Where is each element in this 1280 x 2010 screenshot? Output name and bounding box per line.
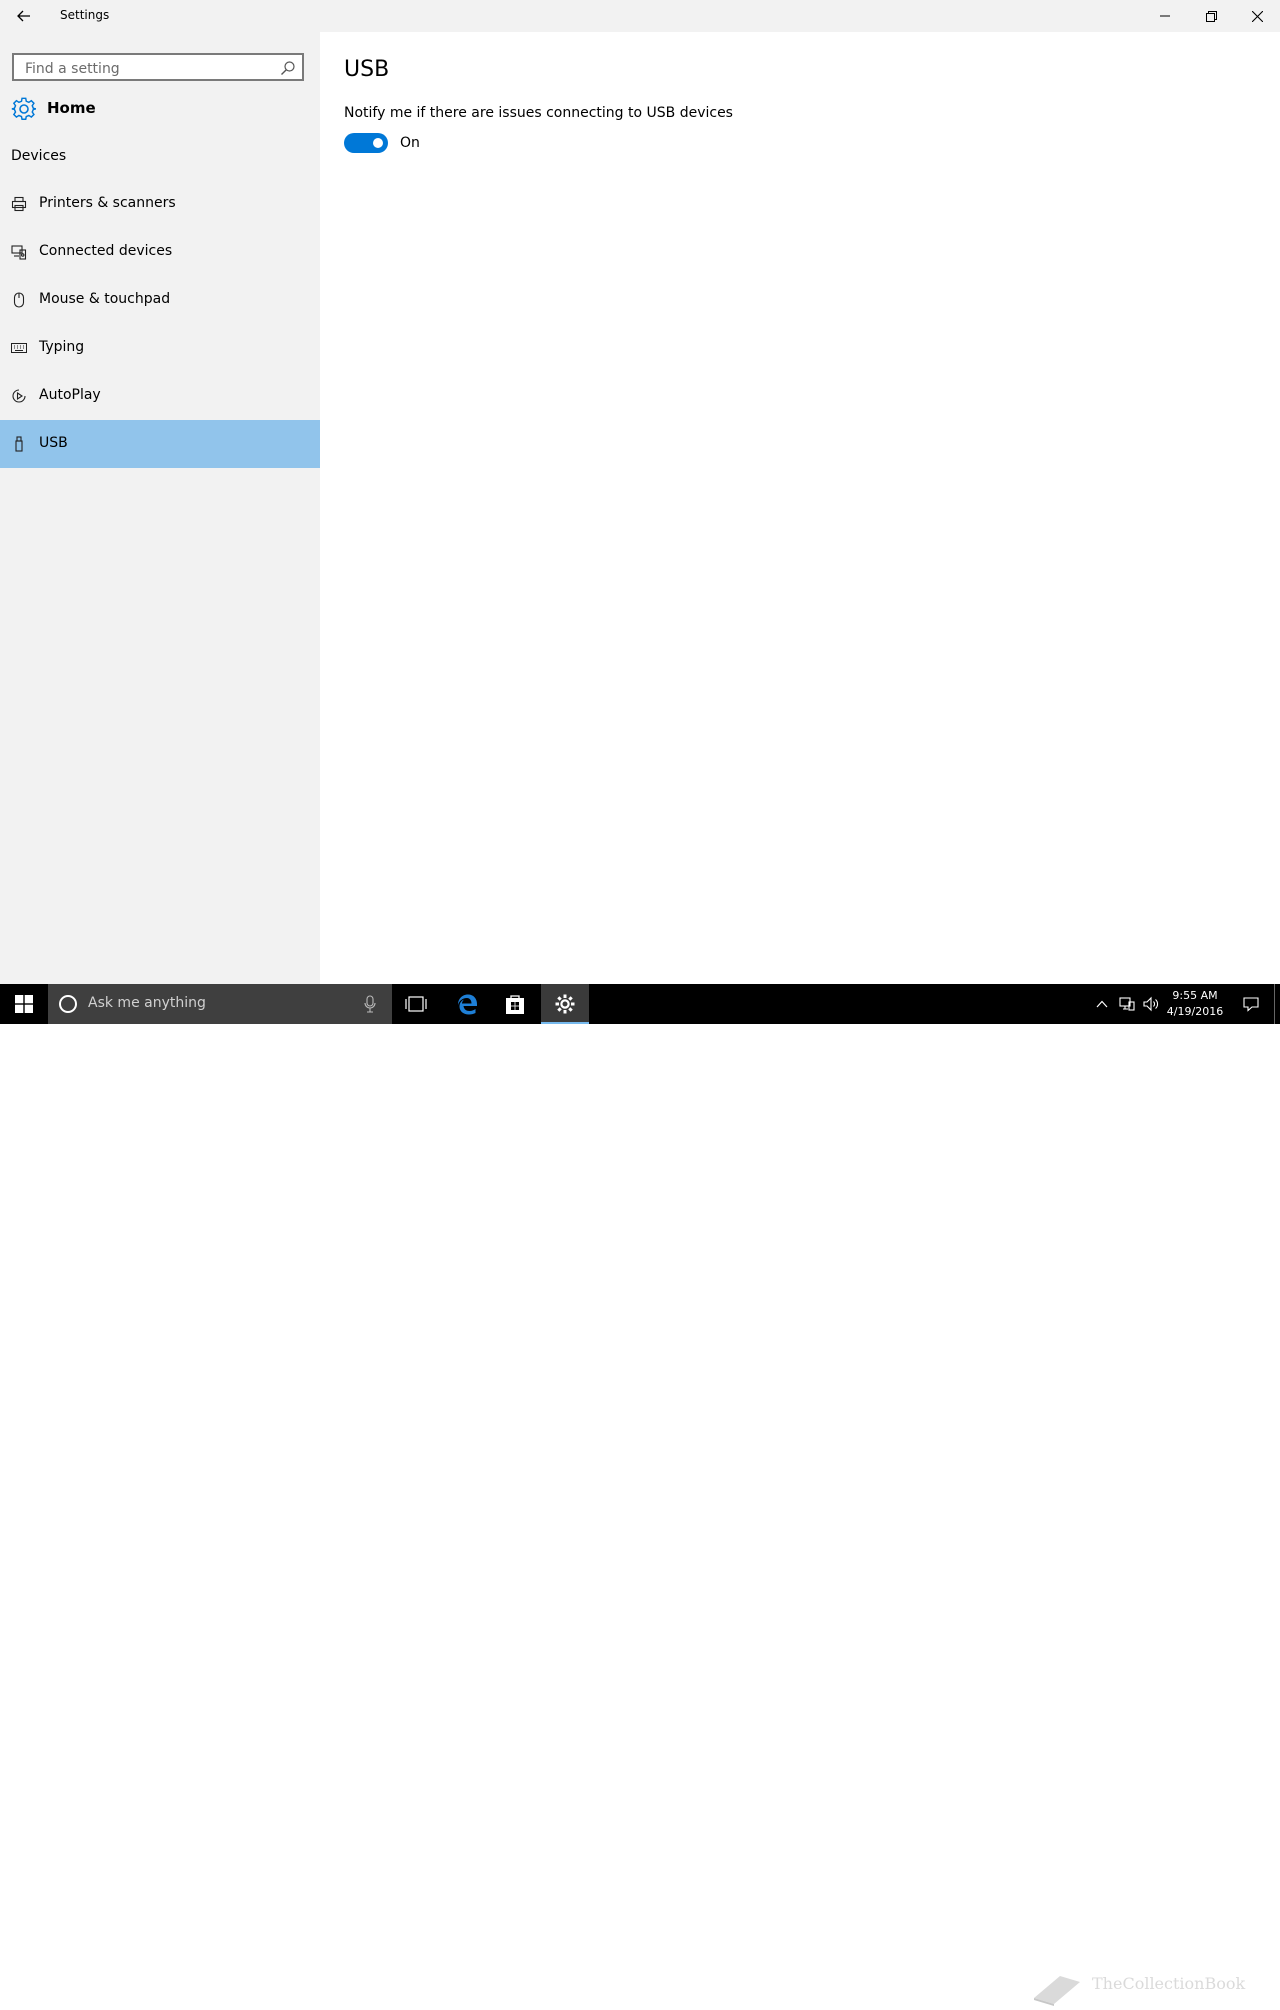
main-content: USB Notify me if there are issues connec…	[320, 32, 1280, 984]
network-button[interactable]	[1116, 984, 1138, 1024]
printer-icon	[11, 196, 27, 212]
section-title: Devices	[11, 148, 67, 164]
gear-icon	[11, 97, 36, 121]
sidebar-item-connected-devices[interactable]: Connected devices	[0, 228, 320, 276]
close-icon	[1251, 10, 1263, 22]
sidebar-item-mouse-touchpad[interactable]: Mouse & touchpad	[0, 276, 320, 324]
clock[interactable]: 9:55 AM 4/19/2016	[1162, 988, 1228, 1020]
cortana-placeholder: Ask me anything	[88, 995, 206, 1011]
volume-button[interactable]	[1140, 984, 1162, 1024]
back-arrow-icon	[17, 10, 30, 22]
search-icon[interactable]	[280, 60, 296, 76]
task-view-icon	[405, 996, 427, 1012]
edge-button[interactable]	[443, 984, 491, 1024]
sidebar-item-label: Printers & scanners	[39, 195, 176, 211]
cortana-icon	[59, 995, 77, 1013]
start-button[interactable]	[0, 984, 48, 1024]
toggle-state-label: On	[400, 135, 420, 151]
cortana-search-box[interactable]: Ask me anything	[48, 984, 392, 1024]
minimize-button[interactable]	[1142, 0, 1188, 32]
close-button[interactable]	[1234, 0, 1280, 32]
restore-button[interactable]	[1188, 0, 1234, 32]
toggle-knob	[373, 138, 383, 148]
sidebar-item-typing[interactable]: Typing	[0, 324, 320, 372]
connected-devices-icon	[11, 245, 27, 260]
sidebar: Home Devices Printers & scanners Connect…	[0, 32, 320, 984]
clock-date: 4/19/2016	[1166, 1005, 1224, 1018]
restore-icon	[1205, 10, 1217, 22]
sidebar-item-label: Connected devices	[39, 243, 173, 259]
edge-browser-icon	[458, 994, 477, 1015]
usb-notify-toggle[interactable]	[344, 133, 388, 153]
settings-taskbar-button[interactable]	[541, 984, 589, 1024]
taskbar: Ask me anything TheCollectionBook 9:55 A…	[0, 984, 1280, 2006]
sidebar-item-label: USB	[39, 435, 68, 451]
search-input[interactable]	[23, 58, 277, 80]
microphone-icon[interactable]	[362, 995, 378, 1013]
network-icon	[1119, 997, 1135, 1011]
show-hidden-icons-button[interactable]	[1092, 984, 1112, 1024]
watermark: TheCollectionBook	[1030, 1972, 1245, 2006]
usb-icon	[15, 436, 23, 452]
sidebar-item-printers-scanners[interactable]: Printers & scanners	[0, 180, 320, 228]
mouse-icon	[13, 292, 25, 308]
clock-time: 9:55 AM	[1172, 989, 1218, 1002]
usb-notify-label: Notify me if there are issues connecting…	[344, 105, 733, 121]
sidebar-item-usb[interactable]: USB	[0, 420, 320, 468]
search-box[interactable]	[12, 53, 304, 81]
task-view-button[interactable]	[392, 984, 440, 1024]
windows-logo-icon	[15, 995, 33, 1013]
title-bar: Settings	[0, 0, 1280, 32]
watermark-text: TheCollectionBook	[1092, 1974, 1246, 1993]
keyboard-icon	[11, 343, 27, 353]
sidebar-item-label: AutoPlay	[39, 387, 101, 403]
store-bag-icon	[506, 995, 524, 1014]
home-link[interactable]: Home	[0, 92, 320, 124]
speaker-icon	[1143, 996, 1158, 1012]
window-title: Settings	[60, 8, 110, 22]
notification-icon	[1243, 997, 1259, 1012]
page-title: USB	[344, 57, 390, 82]
gear-icon	[555, 994, 575, 1014]
autoplay-icon	[12, 389, 26, 403]
home-label: Home	[47, 99, 96, 117]
sidebar-item-label: Typing	[39, 339, 85, 355]
store-button[interactable]	[491, 984, 539, 1024]
sidebar-item-autoplay[interactable]: AutoPlay	[0, 372, 320, 420]
show-desktop-button[interactable]	[1274, 984, 1275, 1024]
sidebar-item-label: Mouse & touchpad	[39, 291, 171, 307]
book-logo-icon	[1034, 1976, 1080, 2006]
back-button[interactable]	[10, 4, 38, 28]
chevron-up-icon	[1096, 1000, 1108, 1008]
minimize-icon	[1160, 15, 1170, 17]
action-center-button[interactable]	[1238, 984, 1264, 1024]
